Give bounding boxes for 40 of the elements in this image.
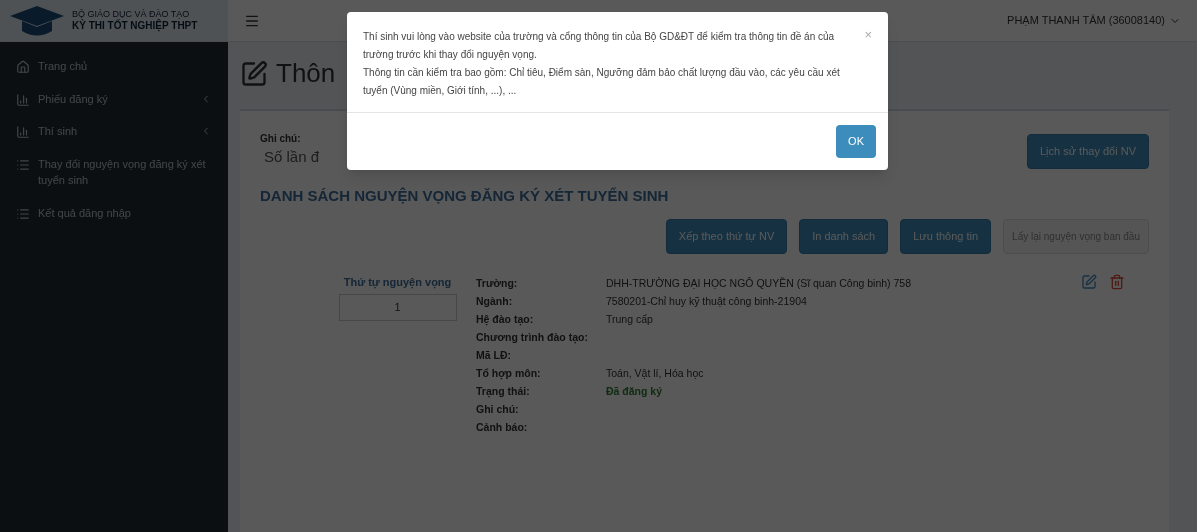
field-label: Mã LĐ: — [476, 347, 512, 363]
logo-subtitle: BỘ GIÁO DỤC VÀ ĐÀO TẠO — [72, 8, 191, 19]
field-label: Chương trình đào tạo: — [476, 329, 589, 346]
field-label: Tổ hợp môn: — [476, 365, 542, 382]
modal-message: Thông tin cần kiểm tra bao gồm: Chỉ tiêu, Điểm sàn, Ngưỡng đảm bảo chất lượng đầu vào, các yêu cầu xét tuyển (Vùng miền, Giới tính, ...), ... — [363, 66, 841, 98]
field-label: Ghi chú: — [476, 401, 520, 417]
action-button[interactable]: Lưu thông tin — [900, 219, 992, 254]
status-text: Đã đăng ký — [606, 383, 663, 399]
logo-title: KỲ THI TỐT NGHIỆP THPT — [72, 19, 198, 33]
field-value: Trung cấp — [606, 311, 653, 327]
bar-chart-icon — [16, 125, 30, 139]
delete-icon[interactable] — [1109, 273, 1125, 290]
field-label: Cảnh báo: — [476, 419, 529, 435]
note-text: Số lần đ — [263, 147, 320, 167]
note-label: Ghi chú: — [260, 132, 302, 146]
field-label: Ngành: — [476, 293, 514, 309]
home-icon — [16, 60, 30, 74]
list-icon — [16, 157, 30, 172]
field-value: 7580201-Chỉ huy kỹ thuật công binh-21904 — [606, 293, 807, 309]
edit-icon[interactable] — [1081, 273, 1097, 290]
user-name[interactable]: PHẠM THANH TÂM (36008140) — [1007, 12, 1165, 29]
bar-chart-icon — [16, 92, 30, 107]
order-input[interactable]: 1 — [338, 294, 457, 321]
field-label: Trạng thái: — [476, 383, 531, 400]
order-label: Thứ tự nguyện vọng — [343, 274, 452, 290]
field-value: DHH-TRƯỜNG ĐẠI HỌC NGÔ QUYỀN (Sĩ quan Công binh) 758 — [606, 275, 912, 291]
field-label: Hệ đào tạo: — [476, 311, 535, 328]
page-title: Thôn — [276, 57, 336, 90]
graduation-cap-icon — [8, 3, 66, 38]
action-button[interactable]: In danh sách — [799, 219, 889, 254]
list-title: DANH SÁCH NGUYỆN VỌNG ĐĂNG KÝ XÉT TUYỂN SINH — [260, 185, 670, 206]
history-button[interactable]: Lịch sử thay đổi NV — [1026, 134, 1149, 169]
modal-message: Thí sinh vui lòng vào website của trường và cổng thông tin của Bộ GD&ĐT để kiểm tra thông tin đề án của trường trước khi thay đổi nguyện vọng. — [363, 30, 836, 62]
edit-icon — [240, 59, 268, 88]
ok-button[interactable]: OK — [836, 125, 876, 158]
action-button[interactable]: Xếp theo thứ tự NV — [665, 219, 788, 254]
list-icon — [16, 206, 30, 221]
field-value: Toán, Vật lí, Hóa học — [606, 365, 704, 381]
close-button[interactable]: × — [864, 28, 872, 41]
field-label: Trường: — [476, 275, 519, 291]
